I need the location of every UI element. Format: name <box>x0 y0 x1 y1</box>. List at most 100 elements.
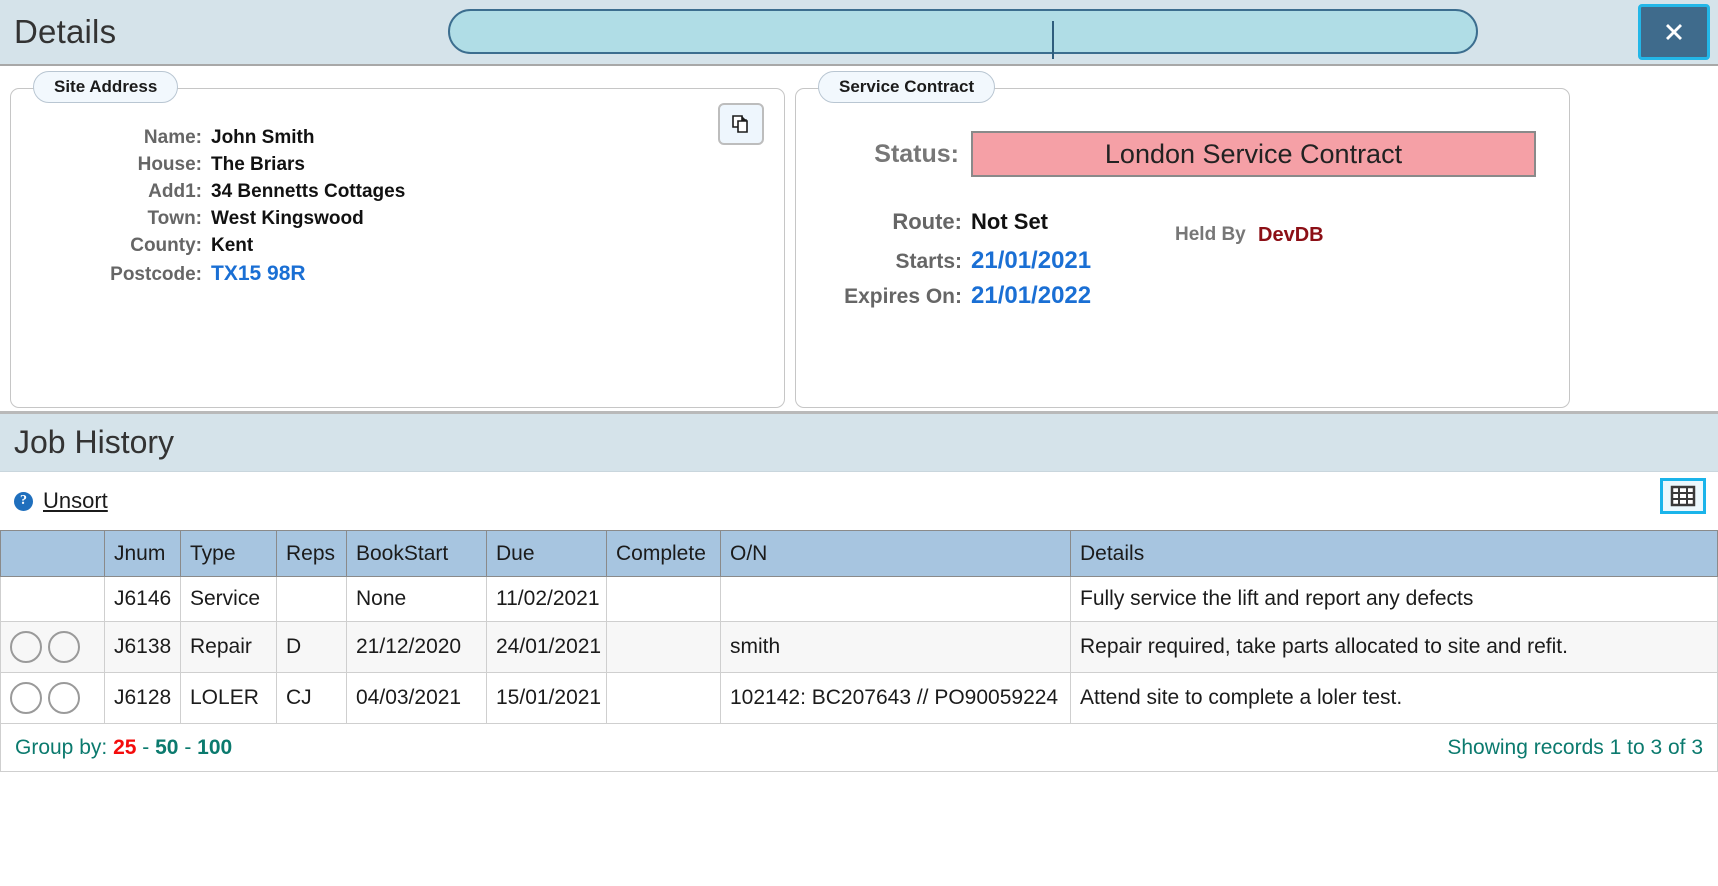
field-add1-value: 34 Bennetts Cottages <box>211 181 406 202</box>
column-type[interactable]: Type <box>180 530 277 577</box>
column-due[interactable]: Due <box>486 530 607 577</box>
field-add1: Add1: 34 Bennetts Cottages <box>11 181 405 203</box>
table-row[interactable]: J6146 Service None 11/02/2021 Fully serv… <box>0 575 1718 623</box>
field-house: House: The Briars <box>11 154 405 176</box>
contract-route-row: Route: Not Set <box>796 209 1048 235</box>
contract-starts-value[interactable]: 21/01/2021 <box>971 247 1091 275</box>
row-select-cell <box>0 621 105 674</box>
contract-status-label: Status: <box>874 139 959 168</box>
field-postcode-label: Postcode: <box>110 264 202 285</box>
job-history-toolbar: ? Unsort <box>0 472 1718 530</box>
details-panels: Site Address Name: John Smith House: The… <box>0 66 1718 414</box>
column-complete[interactable]: Complete <box>606 530 721 577</box>
copy-address-button[interactable] <box>718 103 764 145</box>
cell-due: 24/01/2021 <box>486 621 607 674</box>
site-address-legend: Site Address <box>33 71 179 103</box>
cell-bookstart: 21/12/2020 <box>346 621 487 674</box>
cell-on: 102142: BC207643 // PO90059224 <box>720 672 1071 725</box>
showing-records-label: Showing records 1 to 3 of 3 <box>1447 735 1703 759</box>
service-contract-panel: Service Contract Status: London Service … <box>795 71 1570 408</box>
cell-jnum: J6128 <box>104 672 181 725</box>
circle-action-a[interactable] <box>10 631 42 664</box>
details-window: Details Site Address Name: John Smith Ho… <box>0 0 1718 886</box>
cell-jnum: J6138 <box>104 621 181 674</box>
field-county: County: Kent <box>11 235 405 257</box>
contract-expires-row: Expires On: 21/01/2022 <box>796 282 1091 310</box>
search-input[interactable] <box>448 9 1478 54</box>
table-footer: Group by: 25 - 50 - 100 Showing records … <box>0 724 1718 773</box>
cell-reps: CJ <box>276 672 347 725</box>
help-icon[interactable]: ? <box>14 491 33 511</box>
copy-pages-icon <box>732 115 748 133</box>
group-option-100[interactable]: 100 <box>197 736 232 759</box>
field-postcode-value[interactable]: TX15 98R <box>211 262 306 286</box>
table-row[interactable]: J6128 LOLER CJ 04/03/2021 15/01/2021 102… <box>0 672 1718 725</box>
field-house-label: House: <box>137 154 202 175</box>
row-select-cell <box>0 672 105 725</box>
group-separator-1: - <box>142 735 150 759</box>
column-details[interactable]: Details <box>1070 530 1718 577</box>
field-postcode: Postcode: TX15 98R <box>11 262 405 286</box>
field-name-value: John Smith <box>211 127 315 148</box>
contract-dates: Starts: 21/01/2021 Expires On: 21/01/202… <box>796 247 1091 317</box>
cell-bookstart: None <box>346 575 487 623</box>
contract-expires-value[interactable]: 21/01/2022 <box>971 282 1091 310</box>
field-name-label: Name: <box>143 127 202 148</box>
column-jnum[interactable]: Jnum <box>104 530 181 577</box>
cell-complete <box>606 672 721 725</box>
field-county-label: County: <box>130 235 202 256</box>
column-reps[interactable]: Reps <box>276 530 347 577</box>
contract-route-value: Not Set <box>971 209 1048 234</box>
cell-complete <box>606 621 721 674</box>
close-icon <box>1666 24 1682 40</box>
job-history-title: Job History <box>14 424 175 460</box>
cell-reps <box>276 575 347 623</box>
window-titlebar: Details <box>0 0 1718 66</box>
group-option-50[interactable]: 50 <box>155 736 178 759</box>
contract-status-row: Status: London Service Contract <box>796 131 1536 177</box>
field-town-label: Town: <box>147 208 202 229</box>
site-address-panel: Site Address Name: John Smith House: The… <box>10 71 785 408</box>
group-by-label: Group by: <box>15 735 108 759</box>
contract-starts-label: Starts: <box>895 250 962 273</box>
cell-details: Attend site to complete a loler test. <box>1070 672 1718 725</box>
job-history-table: Jnum Type Reps BookStart Due Complete O/… <box>0 530 1718 725</box>
circle-action-a[interactable] <box>10 682 42 715</box>
cell-reps: D <box>276 621 347 674</box>
service-contract-legend: Service Contract <box>818 71 996 103</box>
cell-on: smith <box>720 621 1071 674</box>
field-town: Town: West Kingswood <box>11 208 405 230</box>
group-option-25[interactable]: 25 <box>113 736 136 759</box>
page-title: Details <box>14 13 117 50</box>
contract-expires-label: Expires On: <box>844 285 962 308</box>
status-badge[interactable]: London Service Contract <box>971 131 1536 177</box>
column-bookstart[interactable]: BookStart <box>346 530 487 577</box>
field-town-value: West Kingswood <box>211 208 364 229</box>
field-house-value: The Briars <box>211 154 305 175</box>
cell-details: Repair required, take parts allocated to… <box>1070 621 1718 674</box>
cell-details: Fully service the lift and report any de… <box>1070 575 1718 623</box>
table-row[interactable]: J6138 Repair D 21/12/2020 24/01/2021 smi… <box>0 621 1718 674</box>
row-select-cell <box>0 575 105 623</box>
cell-due: 11/02/2021 <box>486 575 607 623</box>
grid-view-button[interactable] <box>1660 478 1706 514</box>
cell-type: LOLER <box>180 672 277 725</box>
group-separator-2: - <box>184 735 192 759</box>
held-by-value: DevDB <box>1258 224 1324 246</box>
row-action-circles <box>10 631 95 664</box>
table-grid-icon <box>1670 485 1696 507</box>
contract-starts-row: Starts: 21/01/2021 <box>796 247 1091 275</box>
close-button[interactable] <box>1638 4 1710 60</box>
cell-on <box>720 575 1071 623</box>
group-by-control: Group by: 25 - 50 - 100 <box>15 736 232 760</box>
unsort-link[interactable]: Unsort <box>43 488 108 514</box>
table-header-row: Jnum Type Reps BookStart Due Complete O/… <box>0 530 1718 577</box>
cell-jnum: J6146 <box>104 575 181 623</box>
column-on[interactable]: O/N <box>720 530 1071 577</box>
circle-action-b[interactable] <box>48 682 80 715</box>
job-history-header: Job History <box>0 414 1718 472</box>
circle-action-b[interactable] <box>48 631 80 664</box>
field-add1-label: Add1: <box>148 181 202 202</box>
contract-route-label: Route: <box>892 209 962 234</box>
column-select[interactable] <box>0 530 105 577</box>
